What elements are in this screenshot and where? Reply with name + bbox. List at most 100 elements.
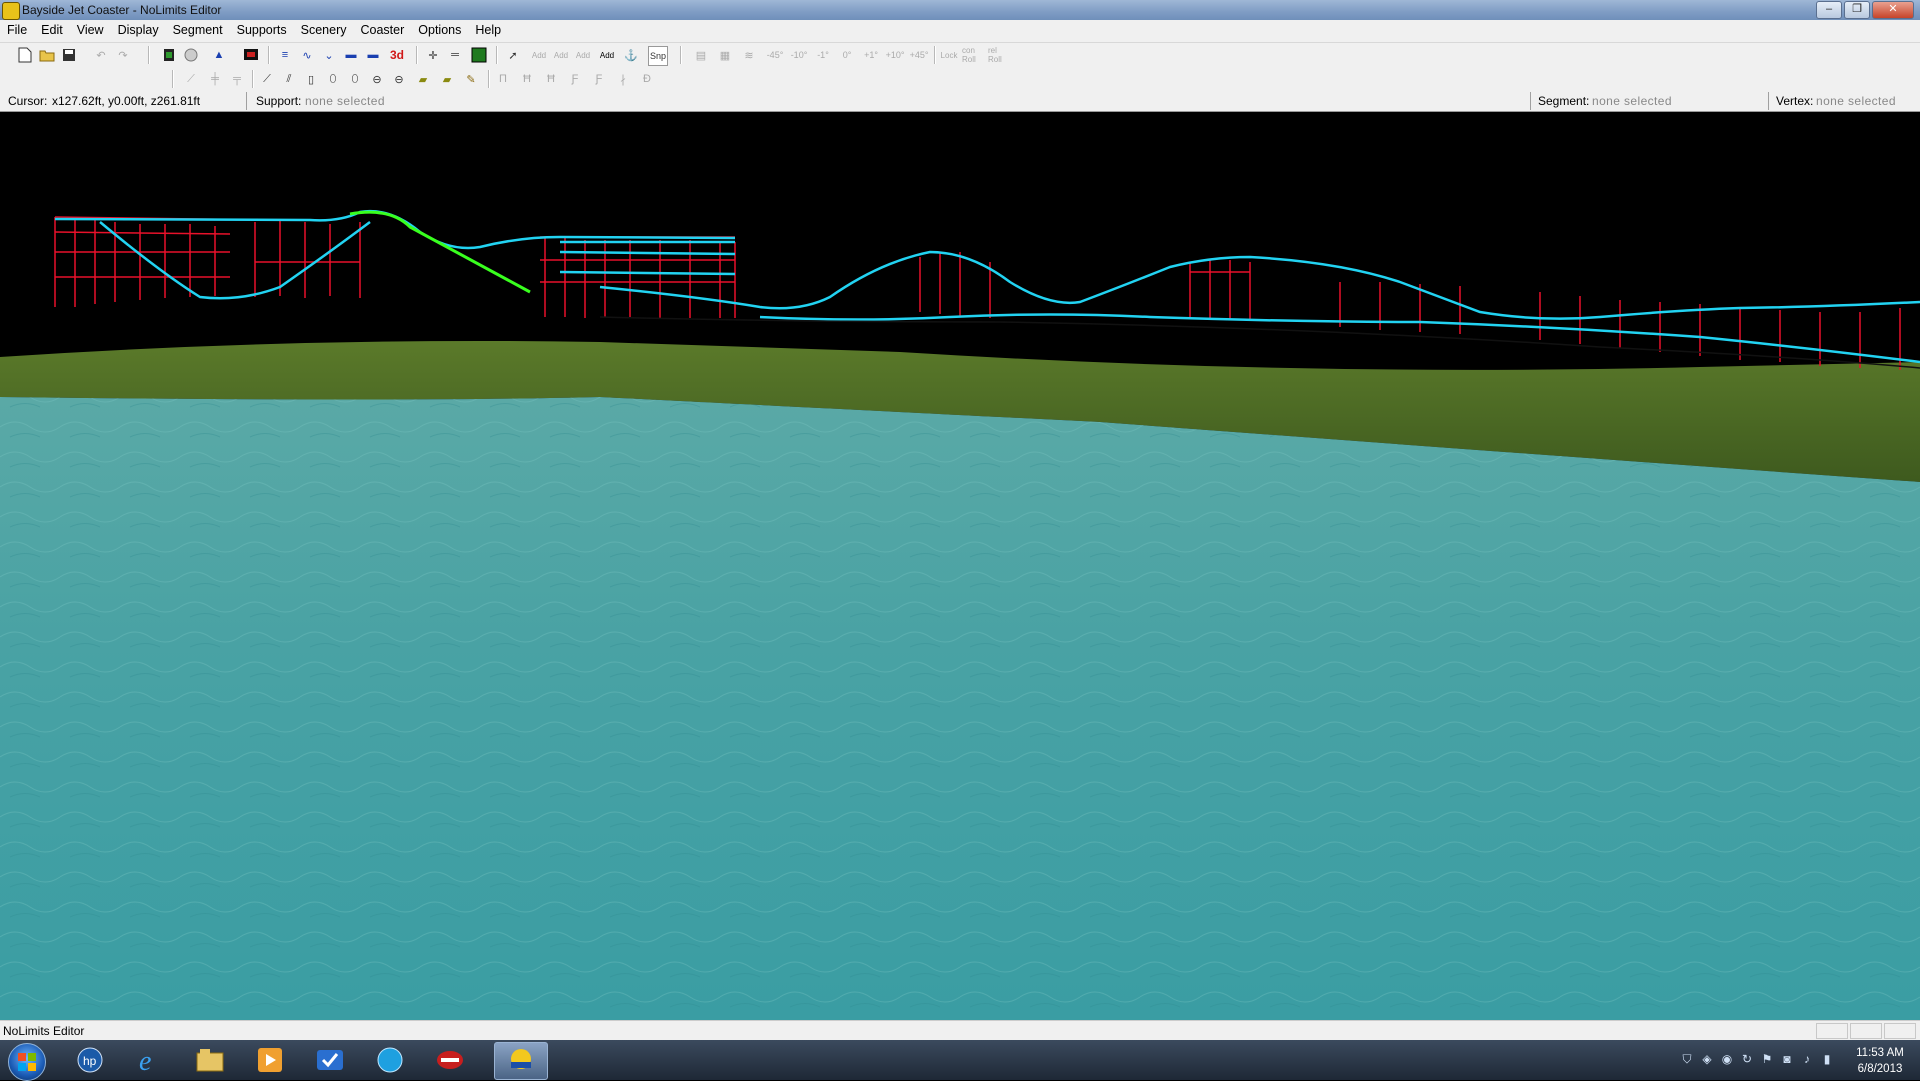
menu-coaster[interactable]: Coaster: [354, 20, 412, 42]
block-icon[interactable]: ▦: [716, 46, 734, 64]
disc-2-icon[interactable]: ⊖: [390, 70, 408, 88]
menu-view[interactable]: View: [70, 20, 111, 42]
nolimits-app-icon[interactable]: [2, 2, 20, 20]
support-tool-3-icon[interactable]: ╤: [228, 70, 246, 88]
internet-explorer-icon[interactable]: e: [124, 1042, 176, 1078]
tray-flag-icon[interactable]: ⚑: [1760, 1052, 1774, 1066]
support-value: none selected: [305, 94, 385, 108]
redo-icon[interactable]: ↷: [114, 46, 132, 64]
add-vertex-button-1[interactable]: Add: [530, 46, 548, 64]
menu-options[interactable]: Options: [411, 20, 468, 42]
support-type-4-icon[interactable]: Ƒ: [566, 70, 584, 88]
column-icon[interactable]: ▯: [302, 70, 320, 88]
support-type-3-icon[interactable]: Ħ: [542, 70, 560, 88]
tray-update-icon[interactable]: ↻: [1740, 1052, 1754, 1066]
save-icon[interactable]: [60, 46, 78, 64]
menu-edit[interactable]: Edit: [34, 20, 70, 42]
menu-scenery[interactable]: Scenery: [294, 20, 354, 42]
undo-icon[interactable]: ↶: [92, 46, 110, 64]
tray-security-icon[interactable]: ◈: [1700, 1052, 1714, 1066]
lock-roll-button[interactable]: Lock: [940, 46, 958, 64]
footer-icon[interactable]: ▰: [414, 70, 432, 88]
support-type-7-icon[interactable]: Ɖ: [638, 70, 656, 88]
maximize-button[interactable]: ❐: [1844, 1, 1870, 19]
menu-supports[interactable]: Supports: [230, 20, 294, 42]
support-type-1-icon[interactable]: Π: [494, 70, 512, 88]
clock[interactable]: 11:53 AM 6/8/2013: [1850, 1045, 1910, 1077]
disc-icon[interactable]: ⊖: [368, 70, 386, 88]
nolimits-icon[interactable]: [494, 1042, 548, 1080]
tray-skype-icon[interactable]: ◙: [1780, 1052, 1794, 1066]
menu-file[interactable]: File: [0, 20, 34, 42]
explorer-icon[interactable]: [184, 1042, 236, 1078]
svg-text:hp: hp: [83, 1054, 97, 1068]
footer-2-icon[interactable]: ▰: [438, 70, 456, 88]
bank-minus-1-button[interactable]: -1°: [814, 46, 832, 64]
cylinder-icon[interactable]: ⬯: [324, 70, 342, 88]
bank-plus-1-button[interactable]: +1°: [862, 46, 880, 64]
tasks-icon[interactable]: [304, 1042, 356, 1078]
clock-time: 11:53 AM: [1856, 1047, 1904, 1059]
tray-volume-icon[interactable]: ♪: [1800, 1052, 1814, 1066]
app-status-bar: NoLimits Editor: [0, 1020, 1920, 1041]
new-file-icon[interactable]: [16, 46, 34, 64]
panel-icon[interactable]: ▤: [692, 46, 710, 64]
station-icon[interactable]: [160, 46, 178, 64]
3d-viewport[interactable]: [0, 112, 1920, 1020]
add-vertex-button-2[interactable]: Add: [552, 46, 570, 64]
bank-plus-10-button[interactable]: +10°: [886, 46, 905, 64]
support-tool-1-icon[interactable]: ⟋: [182, 70, 200, 88]
bank-plus-45-button[interactable]: +45°: [910, 46, 929, 64]
pencil-icon[interactable]: ✎: [462, 70, 480, 88]
crosshair-icon[interactable]: ✛: [424, 46, 442, 64]
double-beam-icon[interactable]: ⫽: [280, 70, 298, 88]
media-player-icon[interactable]: [244, 1042, 296, 1078]
grid-green-icon[interactable]: [470, 46, 488, 64]
tray-network-icon[interactable]: ▮: [1820, 1052, 1834, 1066]
triangle-view-icon[interactable]: ▲: [210, 46, 228, 64]
scene-canvas[interactable]: [0, 112, 1920, 1020]
cylinder-2-icon[interactable]: ⬯: [346, 70, 364, 88]
coaster-red-icon[interactable]: [424, 1042, 476, 1078]
menu-segment[interactable]: Segment: [166, 20, 230, 42]
start-button[interactable]: [8, 1043, 46, 1081]
segment-label: Segment:: [1538, 94, 1590, 108]
rel-roll-button[interactable]: rel Roll: [988, 46, 1010, 64]
hp-icon[interactable]: hp: [64, 1042, 116, 1078]
clock-date: 6/8/2013: [1857, 1063, 1903, 1075]
support-tool-2-icon[interactable]: ╪: [206, 70, 224, 88]
support-type-5-icon[interactable]: Ƒ: [590, 70, 608, 88]
add-vertex-button-4[interactable]: Add: [598, 46, 616, 64]
split-icon[interactable]: ≋: [740, 46, 758, 64]
tray-nvidia-icon[interactable]: ◉: [1720, 1052, 1734, 1066]
open-folder-icon[interactable]: [38, 46, 56, 64]
support-type-6-icon[interactable]: ∤: [614, 70, 632, 88]
minimize-button[interactable]: –: [1816, 1, 1842, 19]
bank-zero-button[interactable]: 0°: [838, 46, 856, 64]
menu-help[interactable]: Help: [468, 20, 508, 42]
tray-shield-icon[interactable]: ⛉: [1680, 1052, 1694, 1066]
train-red-icon[interactable]: ▬: [342, 46, 360, 64]
anchor-icon[interactable]: ⚓: [622, 46, 640, 64]
cursor-label: Cursor:: [8, 94, 48, 108]
minus-bar-icon[interactable]: ═: [446, 46, 464, 64]
con-roll-button[interactable]: con Roll: [962, 46, 984, 64]
globe-view-icon[interactable]: [182, 46, 200, 64]
globe-icon[interactable]: [364, 1042, 416, 1078]
3d-view-button[interactable]: 3d: [388, 46, 406, 64]
close-button[interactable]: ✕: [1872, 1, 1914, 19]
track-icon[interactable]: ≡: [276, 46, 294, 64]
add-vertex-button-3[interactable]: Add: [574, 46, 592, 64]
menu-display[interactable]: Display: [111, 20, 166, 42]
bank-minus-45-button[interactable]: -45°: [766, 46, 784, 64]
bank-minus-10-button[interactable]: -10°: [790, 46, 808, 64]
wave-icon[interactable]: ∿: [298, 46, 316, 64]
select-arrow-icon[interactable]: ➚: [504, 46, 522, 64]
monitor-icon[interactable]: [242, 46, 260, 64]
beam-icon[interactable]: ⟋: [258, 70, 276, 88]
train-blue-icon[interactable]: ▬: [364, 46, 382, 64]
dip-icon[interactable]: ⌄: [320, 46, 338, 64]
taskbar: hp e ⛉ ◈ ◉ ↻ ⚑ ◙ ♪ ▮ 11:53 AM 6/8/2013: [0, 1040, 1920, 1081]
snap-button[interactable]: Snp: [648, 46, 668, 66]
support-type-2-icon[interactable]: Ħ: [518, 70, 536, 88]
